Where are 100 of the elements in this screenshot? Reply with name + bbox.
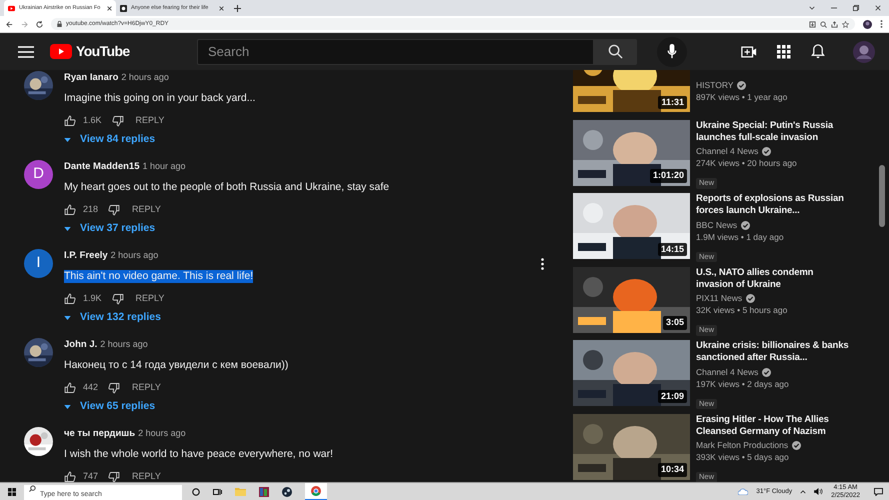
like-button[interactable] (64, 114, 76, 127)
view-replies-link[interactable]: View 84 replies (64, 132, 156, 148)
comment-time[interactable]: 2 hours ago (100, 338, 148, 352)
video-title[interactable]: U.S., NATO allies condemn invasion of Ukraine (696, 266, 849, 292)
caret-down-icon (64, 227, 71, 232)
task-view-icon[interactable] (213, 488, 222, 496)
caret-down-icon (64, 405, 71, 410)
channel-name[interactable]: Mark Felton Productions (696, 440, 788, 452)
caret-down-icon (64, 316, 71, 320)
browser-app-icon[interactable] (311, 486, 321, 496)
like-count: 442 (83, 381, 98, 394)
comment-author[interactable]: че ты пердишь (64, 427, 136, 442)
channel-name[interactable]: Channel 4 News (696, 146, 758, 158)
back-icon[interactable] (6, 20, 13, 28)
view-replies-link[interactable]: View 132 replies (64, 310, 161, 326)
reply-button[interactable]: REPLY (136, 292, 164, 306)
dislike-button[interactable] (108, 204, 120, 216)
comment-author[interactable]: I.P. Freely (64, 249, 108, 264)
video-meta: 897K views • 1 year ago (696, 92, 788, 104)
comment-text: Наконец то с 14 года увидели с кем воевали)) (64, 359, 288, 372)
like-button[interactable] (64, 382, 76, 394)
weather-cloud-icon (738, 488, 748, 495)
logo-text[interactable]: YouTube (76, 41, 130, 62)
caret-down-icon (64, 138, 71, 142)
logo-icon[interactable] (50, 44, 72, 59)
profile-avatar-icon[interactable] (863, 20, 872, 28)
comment-time[interactable]: 2 hours ago (121, 71, 169, 84)
channel-name[interactable]: HISTORY (696, 80, 734, 92)
reply-button[interactable]: REPLY (136, 114, 164, 128)
tab-favicon-icon (120, 4, 127, 12)
search-field[interactable]: Search (197, 38, 594, 64)
video-title[interactable]: Reports of explosions as Russian forces launch Ukraine... (696, 193, 849, 218)
video-camera-icon[interactable] (741, 46, 757, 58)
like-count: 218 (83, 203, 98, 216)
comment-time[interactable]: 2 hours ago (138, 427, 186, 440)
speaker-icon[interactable] (814, 488, 824, 495)
avatar[interactable]: I (24, 249, 53, 278)
reload-icon[interactable] (36, 20, 43, 28)
avatar[interactable]: D (24, 160, 53, 189)
comment-time[interactable]: 1 hour ago (142, 160, 186, 174)
comment-time[interactable]: 2 hours ago (110, 249, 158, 262)
reply-button[interactable]: REPLY (132, 470, 161, 482)
microphone-button[interactable] (657, 36, 687, 66)
reply-button[interactable]: REPLY (132, 381, 161, 394)
star-icon[interactable] (842, 20, 849, 28)
scrollbar-thumb[interactable] (879, 165, 885, 227)
thumb-up-icon (64, 204, 76, 216)
dislike-button[interactable] (108, 470, 120, 482)
view-replies-link[interactable]: View 65 replies (64, 399, 156, 415)
dislike-button[interactable] (112, 292, 124, 305)
dislike-button[interactable] (108, 382, 120, 394)
thumb-down-icon (108, 382, 120, 394)
more-options-icon[interactable] (541, 258, 544, 270)
bell-icon[interactable] (811, 44, 825, 59)
thumb-up-icon (64, 292, 76, 305)
like-button[interactable] (64, 292, 76, 305)
dislike-button[interactable] (112, 114, 124, 127)
windows-start-icon[interactable] (8, 488, 16, 496)
comment-author[interactable]: Ryan Ianaro (64, 71, 118, 86)
video-duration: 11:31 (658, 96, 687, 109)
share-icon[interactable] (831, 20, 838, 28)
video-duration: 3:05 (662, 316, 687, 330)
comment-text: Imagine this going on in your back yard... (64, 92, 256, 105)
search-button[interactable] (594, 38, 637, 64)
lock-icon (57, 21, 62, 27)
microphone-icon (667, 44, 677, 59)
video-title[interactable]: Ukraine Special: Putin's Russia launches full-scale invasion (696, 120, 849, 144)
close-icon[interactable] (107, 6, 112, 10)
zoom-icon[interactable] (820, 20, 827, 28)
channel-name[interactable]: Channel 4 News (696, 366, 758, 378)
more-icon[interactable] (880, 20, 883, 28)
video-title[interactable]: Ukraine crisis: billionaires & banks sanctioned after Russia... (696, 340, 849, 365)
new-tab-icon[interactable] (234, 5, 241, 12)
close-icon[interactable] (219, 6, 224, 10)
chevron-up-icon[interactable] (800, 490, 806, 494)
thumb-down-icon (112, 114, 124, 127)
video-meta: 197K views • 2 days ago (696, 378, 790, 390)
tab-favicon-icon (8, 4, 15, 12)
apps-grid-icon[interactable] (777, 44, 791, 58)
install-icon[interactable] (809, 20, 816, 28)
video-duration: 1:01:20 (650, 169, 687, 182)
thumb-down-icon (112, 292, 124, 305)
thumb-up-icon (64, 114, 76, 127)
chevron-down-icon[interactable] (809, 6, 815, 10)
notifications-icon[interactable] (874, 488, 883, 496)
close-icon[interactable] (875, 5, 881, 11)
comment-author[interactable]: John J. (64, 338, 98, 352)
channel-name[interactable]: PIX11 News (696, 293, 742, 304)
channel-name[interactable]: BBC News (696, 220, 738, 231)
comment-author[interactable]: Dante Madden15 (64, 160, 140, 174)
like-button[interactable] (64, 204, 76, 216)
menu-icon[interactable] (18, 46, 34, 58)
reply-button[interactable]: REPLY (132, 203, 161, 216)
avatar-icon[interactable] (853, 40, 875, 62)
restore-icon[interactable] (853, 5, 859, 11)
view-replies-link[interactable]: View 37 replies (64, 221, 156, 237)
video-title[interactable]: Erasing Hitler - How The Allies Cleansed Germany of Nazism (696, 414, 849, 438)
like-button[interactable] (64, 470, 76, 482)
search-icon (608, 44, 623, 59)
minimize-icon[interactable] (831, 7, 837, 9)
